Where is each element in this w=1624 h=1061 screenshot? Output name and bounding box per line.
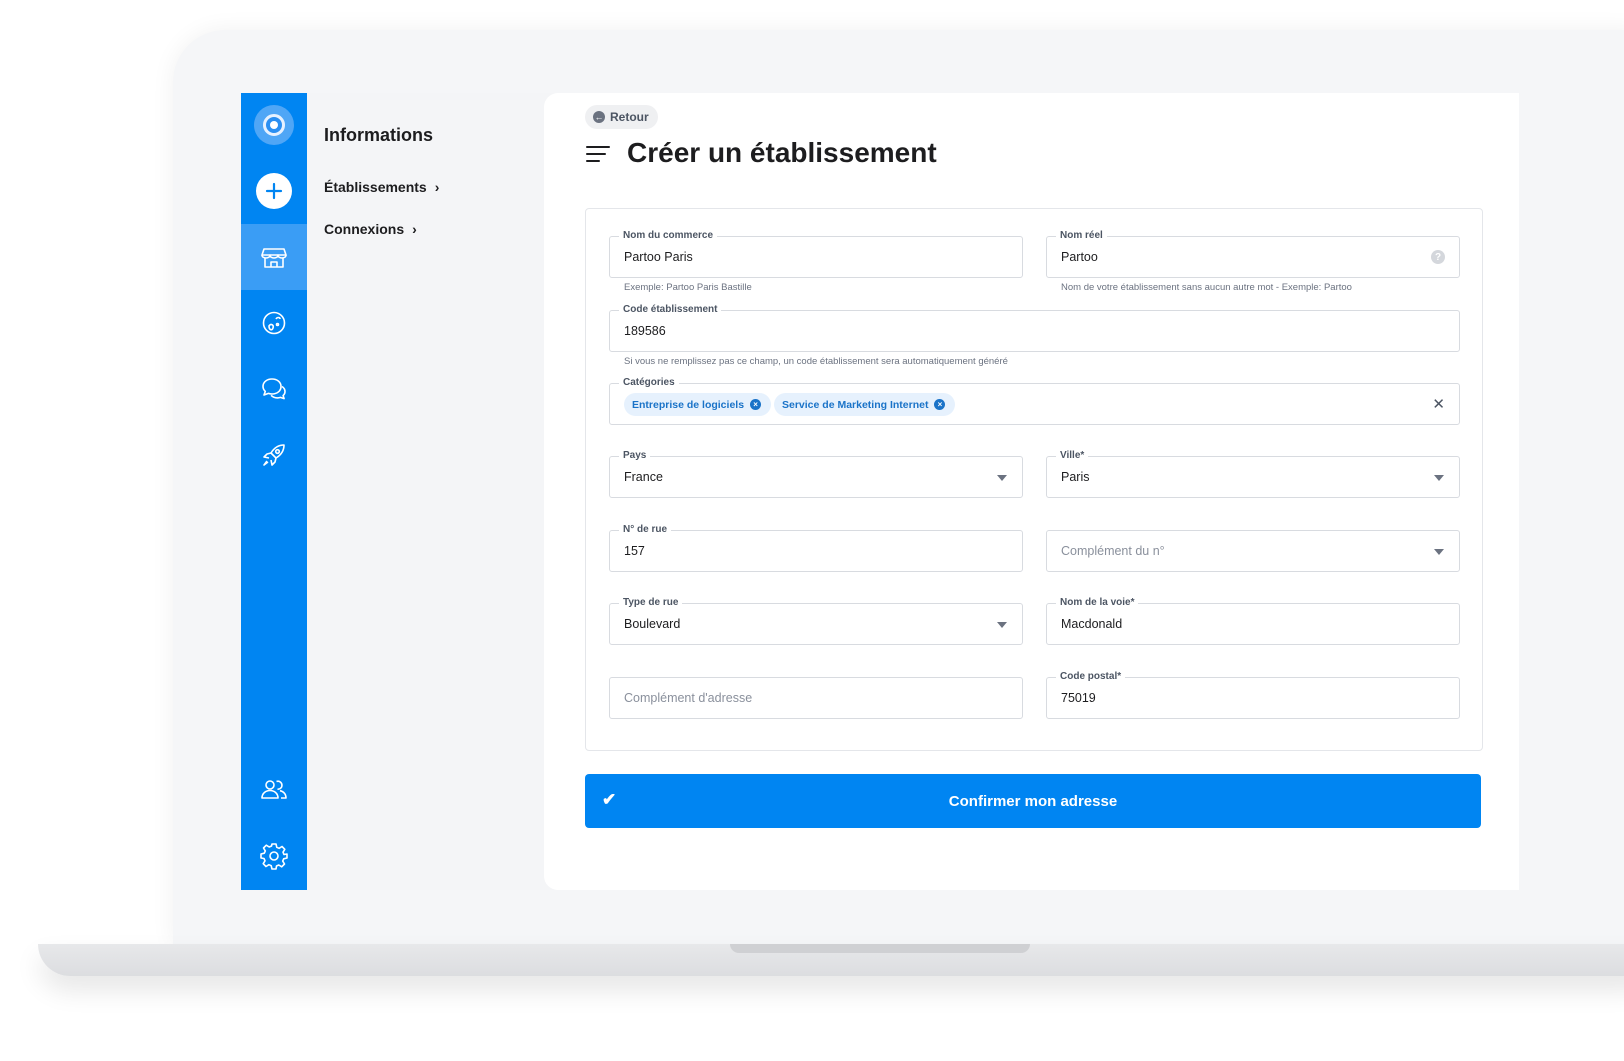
street-number-field[interactable]: N° de rue 157 bbox=[609, 523, 1023, 572]
establishment-code-hint: Si vous ne remplissez pas ce champ, un c… bbox=[624, 356, 1008, 367]
field-label: Pays bbox=[619, 449, 651, 463]
field-value: Paris bbox=[1061, 470, 1090, 484]
rocket-icon bbox=[263, 444, 285, 466]
city-select[interactable]: Ville* Paris bbox=[1046, 449, 1460, 498]
rail-item-settings[interactable] bbox=[241, 823, 307, 889]
add-button[interactable] bbox=[256, 173, 292, 209]
arrow-left-icon: ← bbox=[593, 111, 605, 123]
postal-code-field[interactable]: Code postal* 75019 bbox=[1046, 670, 1460, 719]
chevron-right-icon: › bbox=[412, 221, 417, 237]
chevron-down-icon bbox=[997, 622, 1007, 628]
menu-toggle-icon[interactable] bbox=[586, 146, 610, 164]
confirm-label: Confirmer mon adresse bbox=[948, 792, 1118, 810]
field-label: Code postal* bbox=[1056, 670, 1126, 684]
menu-item-label: Établissements bbox=[324, 179, 427, 195]
globe-icon bbox=[262, 311, 286, 335]
field-value: 157 bbox=[624, 544, 645, 558]
field-label: Code établissement bbox=[619, 303, 722, 317]
users-icon bbox=[261, 780, 287, 799]
back-label: Retour bbox=[610, 110, 649, 124]
logo-icon[interactable] bbox=[254, 105, 294, 145]
icon-rail bbox=[241, 93, 307, 890]
laptop-notch bbox=[730, 944, 1030, 953]
category-chip[interactable]: Entreprise de logiciels × bbox=[624, 393, 772, 416]
store-icon bbox=[261, 248, 287, 268]
remove-chip-icon[interactable]: × bbox=[750, 399, 762, 410]
field-value: 75019 bbox=[1061, 691, 1096, 705]
field-label: Catégories bbox=[619, 376, 679, 390]
field-label: Nom du commerce bbox=[619, 229, 718, 243]
rail-item-establishments[interactable] bbox=[241, 224, 307, 290]
chip-label: Service de Marketing Internet bbox=[782, 398, 929, 411]
plus-icon bbox=[265, 182, 283, 200]
category-chip[interactable]: Service de Marketing Internet × bbox=[774, 393, 956, 416]
check-icon: ✔ bbox=[602, 790, 617, 809]
rail-item-presence[interactable] bbox=[241, 290, 307, 356]
field-value: France bbox=[624, 470, 663, 484]
field-value: Partoo Paris bbox=[624, 250, 693, 264]
chevron-down-icon bbox=[997, 475, 1007, 481]
help-icon[interactable]: ? bbox=[1431, 250, 1445, 264]
address-complement-field[interactable]: Complément d'adresse bbox=[609, 677, 1023, 719]
real-name-field[interactable]: Nom réel Partoo ? bbox=[1046, 229, 1460, 278]
country-select[interactable]: Pays France bbox=[609, 449, 1023, 498]
chat-bubbles-icon bbox=[262, 378, 286, 400]
field-label: Nom réel bbox=[1056, 229, 1107, 243]
confirm-address-button[interactable]: ✔ Confirmer mon adresse bbox=[585, 774, 1481, 828]
chevron-down-icon bbox=[1434, 549, 1444, 555]
menu-title: Informations bbox=[324, 125, 434, 145]
menu-item-connections[interactable]: Connexions › bbox=[324, 221, 417, 237]
field-value: Macdonald bbox=[1061, 617, 1123, 631]
field-value: Partoo bbox=[1061, 250, 1098, 264]
field-label: Nom de la voie* bbox=[1056, 596, 1139, 610]
clear-icon[interactable]: ✕ bbox=[1432, 395, 1445, 413]
field-label: N° de rue bbox=[619, 523, 672, 537]
street-type-select[interactable]: Type de rue Boulevard bbox=[609, 596, 1023, 645]
establishment-form: Nom du commerce Partoo Paris Exemple: Pa… bbox=[585, 208, 1483, 751]
street-name-field[interactable]: Nom de la voie* Macdonald bbox=[1046, 596, 1460, 645]
field-placeholder: Complément d'adresse bbox=[624, 691, 753, 705]
field-value: 189586 bbox=[624, 324, 666, 338]
secondary-menu: Informations Établissements › Connexions… bbox=[307, 93, 544, 890]
rail-item-team[interactable] bbox=[241, 757, 307, 823]
chevron-down-icon bbox=[1434, 475, 1444, 481]
field-label: Ville* bbox=[1056, 449, 1089, 463]
categories-field[interactable]: Catégories Entreprise de logiciels × Ser… bbox=[609, 376, 1460, 425]
page-title: Créer un établissement bbox=[627, 137, 937, 168]
remove-chip-icon[interactable]: × bbox=[934, 399, 946, 410]
main-panel: ← Retour Créer un établissement Nom du c… bbox=[544, 93, 1519, 890]
field-placeholder: Complément du n° bbox=[1061, 544, 1165, 558]
commerce-name-hint: Exemple: Partoo Paris Bastille bbox=[624, 282, 752, 293]
rail-item-boost[interactable] bbox=[241, 422, 307, 488]
app-screen: Informations Établissements › Connexions… bbox=[241, 93, 1519, 890]
gear-icon bbox=[260, 843, 288, 870]
field-label: Type de rue bbox=[619, 596, 683, 610]
field-value: Boulevard bbox=[624, 617, 681, 631]
menu-item-establishments[interactable]: Établissements › bbox=[324, 179, 439, 195]
chevron-right-icon: › bbox=[434, 179, 440, 195]
back-button[interactable]: ← Retour bbox=[585, 105, 658, 129]
establishment-code-field[interactable]: Code établissement 189586 bbox=[609, 303, 1460, 352]
chip-label: Entreprise de logiciels bbox=[632, 398, 745, 411]
rail-item-messages[interactable] bbox=[241, 356, 307, 422]
real-name-hint: Nom de votre établissement sans aucun au… bbox=[1061, 282, 1352, 293]
menu-item-label: Connexions bbox=[324, 221, 405, 237]
commerce-name-field[interactable]: Nom du commerce Partoo Paris bbox=[609, 229, 1023, 278]
number-complement-select[interactable]: Complément du n° bbox=[1046, 530, 1460, 572]
